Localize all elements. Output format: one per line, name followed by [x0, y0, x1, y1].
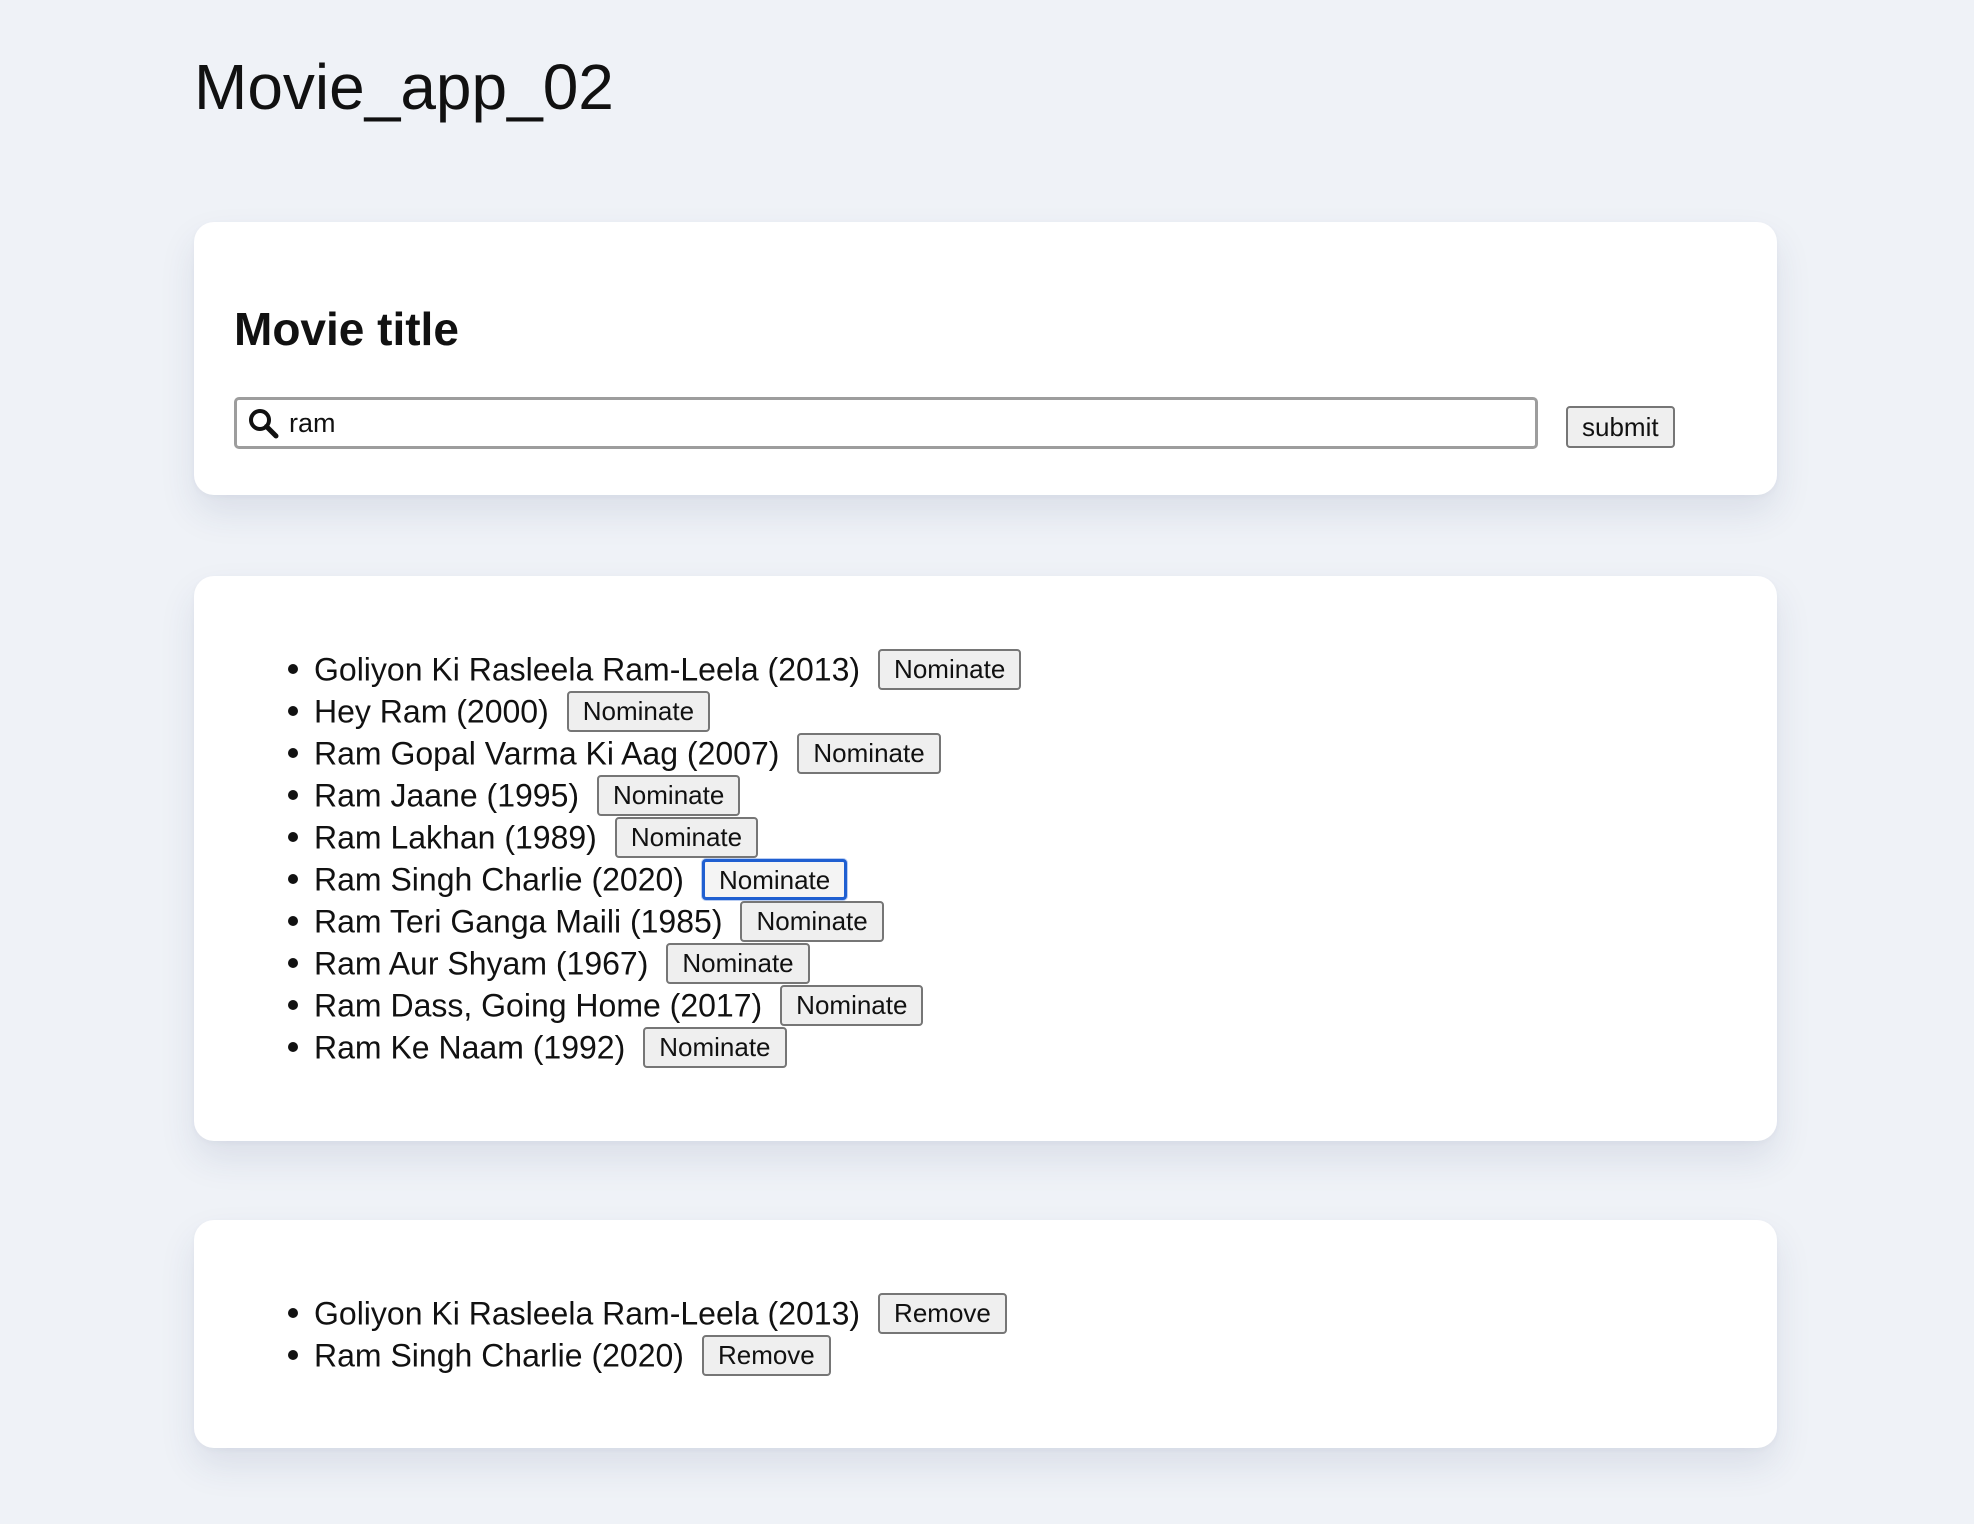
movie-title: Ram Singh Charlie (2020): [314, 1337, 684, 1374]
nominate-button[interactable]: Nominate: [597, 775, 741, 817]
nomination-item: Ram Singh Charlie (2020) Remove: [314, 1332, 1007, 1377]
remove-button[interactable]: Remove: [878, 1293, 1007, 1335]
nomination-item: Goliyon Ki Rasleela Ram-Leela (2013) Remo…: [314, 1290, 1007, 1335]
nominate-button[interactable]: Nominate: [740, 901, 884, 943]
nominate-button[interactable]: Nominate: [566, 691, 711, 733]
movie-title: Ram Gopal Varma Ki Aag (2007): [314, 735, 780, 772]
movie-title: Ram Lakhan (1989): [314, 819, 597, 856]
app-title: Movie_app_02: [194, 51, 614, 123]
result-item: Ram Gopal Varma Ki Aag (2007) Nominate: [314, 730, 1021, 775]
nominate-button[interactable]: Nominate: [666, 943, 810, 985]
search-icon: [249, 409, 279, 439]
nominate-button[interactable]: Nominate: [878, 649, 1022, 691]
movie-title: Ram Ke Naam (1992): [314, 1029, 626, 1066]
nominate-button[interactable]: Nominate: [614, 817, 759, 859]
search-input[interactable]: [289, 407, 1509, 439]
search-card: Movie title submit: [194, 222, 1777, 495]
remove-button[interactable]: Remove: [701, 1335, 831, 1377]
result-item: Ram Teri Ganga Maili (1985) Nominate: [314, 898, 1021, 943]
results-card: Goliyon Ki Rasleela Ram-Leela (2013)Nomi…: [194, 576, 1777, 1141]
search-box[interactable]: [234, 397, 1538, 449]
movie-title: Ram Jaane (1995): [314, 777, 580, 814]
nominate-button[interactable]: Nominate: [797, 733, 941, 775]
result-item: Ram Singh Charlie (2020) Nominate: [314, 856, 1021, 901]
result-item: Ram Dass, Going Home (2017) Nominate: [314, 982, 1021, 1027]
nominations-list: Goliyon Ki Rasleela Ram-Leela (2013)Remo…: [194, 1290, 1007, 1377]
result-item: Hey Ram (2000) Nominate: [314, 688, 1021, 733]
nominate-button[interactable]: Nominate: [643, 1027, 787, 1069]
result-item: Ram Lakhan (1989) Nominate: [314, 814, 1021, 859]
nominations-card: Goliyon Ki Rasleela Ram-Leela (2013)Remo…: [194, 1220, 1777, 1448]
movie-title: Ram Dass, Going Home (2017): [314, 987, 763, 1024]
nominate-button[interactable]: Nominate: [701, 859, 848, 901]
movie-title: Ram Teri Ganga Maili (1985): [314, 903, 723, 940]
search-heading: Movie title: [234, 303, 459, 355]
results-list: Goliyon Ki Rasleela Ram-Leela (2013)Nomi…: [194, 646, 1022, 1069]
result-item: Ram Jaane (1995) Nominate: [314, 772, 1021, 817]
result-item: Goliyon Ki Rasleela Ram-Leela (2013) Nomi…: [314, 646, 1022, 691]
movie-title: Goliyon Ki Rasleela Ram-Leela (2013): [314, 1295, 861, 1332]
nominate-button[interactable]: Nominate: [780, 985, 924, 1027]
result-item: Ram Ke Naam (1992) Nominate: [314, 1024, 1021, 1069]
movie-title: Goliyon Ki Rasleela Ram-Leela (2013): [314, 651, 861, 688]
movie-title: Ram Aur Shyam (1967): [314, 945, 649, 982]
movie-title: Ram Singh Charlie (2020): [314, 861, 684, 898]
result-item: Ram Aur Shyam (1967) Nominate: [314, 940, 1021, 985]
movie-title: Hey Ram (2000): [314, 693, 549, 730]
submit-button[interactable]: submit: [1566, 406, 1675, 448]
